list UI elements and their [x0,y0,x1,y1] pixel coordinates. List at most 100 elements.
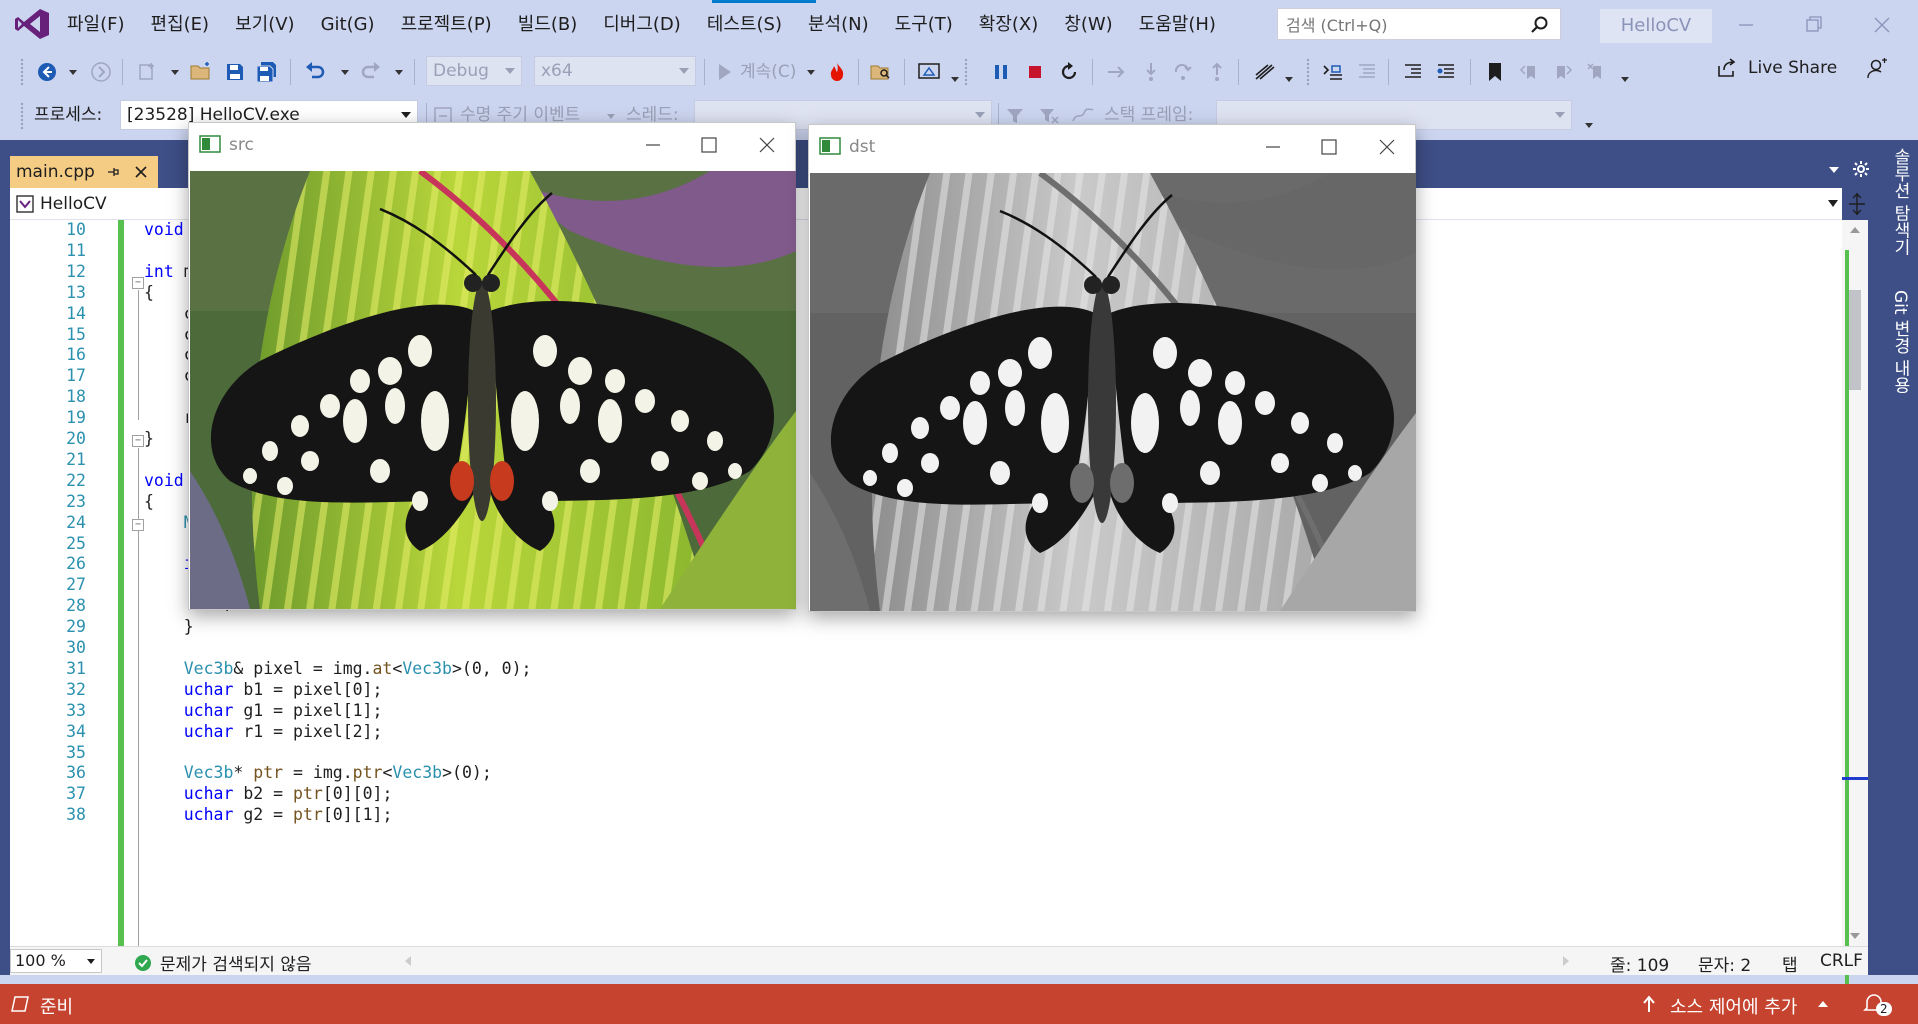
chevron-down-icon[interactable] [340,59,350,85]
menu-item[interactable]: 보기(V) [222,13,307,37]
chevron-down-icon[interactable] [1828,200,1838,207]
line-number[interactable]: 줄: 109 [1610,951,1669,976]
project-scope-select[interactable]: HelloCV [40,194,107,214]
minimize-icon[interactable] [1261,137,1285,157]
pause-icon[interactable] [988,59,1014,85]
minimize-button[interactable] [1726,10,1766,40]
set-bookmark-icon[interactable] [1320,59,1346,85]
save-icon[interactable] [222,59,248,85]
navigate-back-icon[interactable] [34,59,60,85]
save-all-icon[interactable] [254,59,280,85]
restart-icon[interactable] [1056,59,1082,85]
chevron-down-icon[interactable] [68,59,78,85]
src-image-window[interactable]: src [188,122,796,610]
column-number[interactable]: 문자: 2 [1698,951,1751,976]
previous-bookmark-icon[interactable] [1516,59,1542,85]
output-icon[interactable] [10,995,30,1013]
zoom-select[interactable]: 100 % [10,949,102,973]
tab-overflow-icon[interactable] [1828,166,1840,174]
maximize-icon[interactable] [697,135,721,155]
new-project-icon[interactable] [134,59,160,85]
navigate-forward-icon[interactable] [88,59,114,85]
menu-item[interactable]: 빌드(B) [505,13,591,37]
show-next-statement-icon[interactable] [1104,59,1130,85]
outdent-icon[interactable] [1354,59,1380,85]
gear-icon[interactable] [1852,160,1870,178]
menu-item[interactable]: 편집(E) [138,13,223,37]
chevron-down-icon[interactable] [950,66,960,92]
menu-item[interactable]: 도구(T) [882,13,966,37]
indent-mode[interactable]: 탭 [1782,951,1798,976]
play-icon[interactable] [712,59,738,85]
continue-button[interactable]: 계속(C) [740,59,796,85]
redo-icon[interactable] [358,59,384,85]
undo-icon[interactable] [302,59,328,85]
scroll-up-icon[interactable] [1849,226,1861,234]
breakpoint-toggle-icon[interactable] [1252,59,1278,85]
window-app-icon [819,137,841,155]
editor-status-bar: 100 % 문제가 검색되지 않음 줄: 109 문자: 2 탭 CRLF [10,946,1868,976]
solution-platform-select[interactable]: x64 [534,56,696,86]
menu-item[interactable]: 프로젝트(P) [388,13,505,37]
scrollbar-thumb[interactable] [1849,290,1861,390]
stop-icon[interactable] [1022,59,1048,85]
scroll-right-icon[interactable] [1562,955,1570,967]
status-bar: 준비 소스 제어에 추가 2 [0,984,1918,1024]
chevron-down-icon[interactable] [170,59,180,85]
toolbar-grip[interactable] [20,58,24,86]
chevron-down-icon[interactable] [806,59,816,85]
menu-item[interactable]: 확장(X) [966,13,1052,37]
application-insights-icon[interactable] [916,59,942,85]
close-tab-icon[interactable] [134,165,148,179]
pin-icon[interactable] [106,165,120,179]
next-bookmark-icon[interactable] [1550,59,1576,85]
window-title: src [229,135,254,155]
step-into-icon[interactable] [1138,59,1164,85]
feedback-icon[interactable] [1864,56,1890,82]
chevron-down-icon[interactable] [1284,66,1294,92]
chevron-down-icon[interactable] [394,59,404,85]
close-icon[interactable] [1375,137,1399,157]
open-folder-icon[interactable] [188,59,214,85]
minimize-icon[interactable] [641,135,665,155]
menu-item[interactable]: 창(W) [1051,13,1125,37]
step-out-icon[interactable] [1204,59,1230,85]
scroll-left-icon[interactable] [404,955,412,967]
menu-item[interactable]: 디버그(D) [590,13,694,37]
scroll-down-icon[interactable] [1849,932,1861,940]
live-share-button[interactable]: Live Share [1716,58,1837,78]
solution-configuration-select[interactable]: Debug [426,56,522,86]
add-to-source-control-button[interactable]: 소스 제어에 추가 [1670,993,1797,1019]
solution-explorer-tab[interactable]: 솔루션 탐색기 [1888,148,1913,255]
step-over-icon[interactable] [1170,59,1196,85]
find-in-files-icon[interactable] [868,59,894,85]
uncomment-lines-icon[interactable] [1434,59,1460,85]
maximize-icon[interactable] [1317,137,1341,157]
arrow-up-icon [1643,995,1655,1012]
dst-image-window[interactable]: dst [808,124,1416,612]
menu-item[interactable]: 분석(N) [795,13,882,37]
search-box[interactable] [1277,8,1561,40]
chevron-down-icon[interactable] [1620,66,1630,92]
line-ending[interactable]: CRLF [1820,951,1863,971]
vertical-scrollbar[interactable] [1842,220,1868,1000]
close-button[interactable] [1862,10,1902,40]
comment-lines-icon[interactable] [1400,59,1426,85]
code-line[interactable]: 38 uchar g2 = ptr[0][1]; [10,802,1830,827]
search-input[interactable] [1286,14,1516,36]
close-icon[interactable] [755,135,779,155]
issues-indicator[interactable]: 문제가 검색되지 않음 [134,950,312,975]
menu-item[interactable]: 도움말(H) [1126,13,1229,37]
bookmark-icon[interactable] [1482,59,1508,85]
clear-bookmarks-icon[interactable] [1584,59,1610,85]
git-changes-tab[interactable]: Git 변경 내용 [1888,290,1913,393]
search-icon[interactable] [1530,15,1550,35]
chevron-down-icon[interactable] [1584,112,1594,138]
tab-main-cpp[interactable]: main.cpp [10,156,158,188]
menu-item[interactable]: 파일(F) [54,13,138,37]
menu-item[interactable]: Git(G) [308,13,388,37]
split-window-icon[interactable] [1848,192,1866,216]
menu-item[interactable]: 테스트(S) [694,13,795,37]
restore-button[interactable] [1794,10,1834,40]
hot-reload-icon[interactable] [824,59,850,85]
